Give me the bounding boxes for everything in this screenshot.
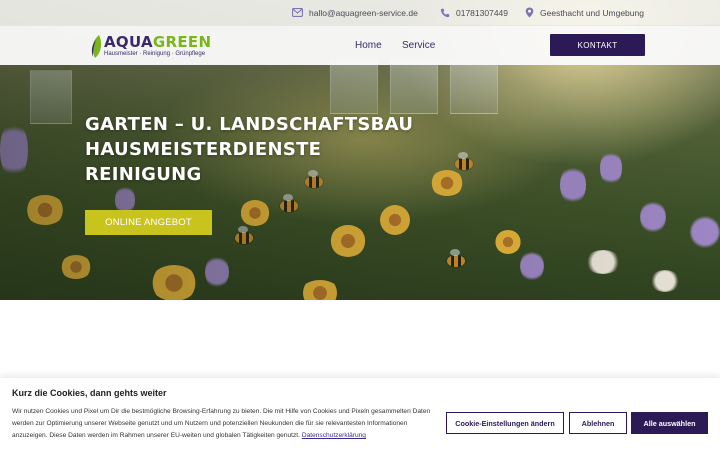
hero-heading-line: REINIGUNG xyxy=(85,164,202,185)
hero-heading-line: GARTEN – U. LANDSCHAFTSBAU xyxy=(85,114,414,135)
nav-home[interactable]: Home xyxy=(355,26,382,65)
email-link[interactable]: hallo@aquagreen-service.de xyxy=(309,8,418,18)
kontakt-button[interactable]: KONTAKT xyxy=(550,34,645,56)
location-pin-icon xyxy=(525,7,534,18)
location-info: Geesthacht und Umgebung xyxy=(525,0,644,25)
phone-icon xyxy=(440,8,450,18)
hero-heading: GARTEN – U. LANDSCHAFTSBAU HAUSMEISTERDI… xyxy=(85,112,445,187)
main-navigation: AQUAGREEN Hausmeister · Reinigung · Grün… xyxy=(0,25,720,65)
cookie-banner-title: Kurz die Cookies, dann gehts weiter xyxy=(12,388,167,398)
online-offer-button[interactable]: ONLINE ANGEBOT xyxy=(85,210,212,235)
nav-service[interactable]: Service xyxy=(402,26,435,65)
location-text: Geesthacht und Umgebung xyxy=(540,7,644,18)
hero-heading-line: HAUSMEISTERDIENSTE xyxy=(85,139,322,160)
email-contact[interactable]: hallo@aquagreen-service.de xyxy=(292,0,418,25)
phone-contact[interactable]: 01781307449 xyxy=(440,0,508,25)
logo-word-aqua: AQUA xyxy=(104,33,153,51)
phone-number[interactable]: 01781307449 xyxy=(456,8,508,18)
cookie-banner: Kurz die Cookies, dann gehts weiter Wir … xyxy=(0,378,720,450)
aquagreen-logo[interactable]: AQUAGREEN Hausmeister · Reinigung · Grün… xyxy=(90,30,211,62)
decline-cookies-button[interactable]: Ablehnen xyxy=(569,412,627,434)
privacy-policy-link[interactable]: Datenschutzerklärung xyxy=(302,432,366,439)
accept-all-cookies-button[interactable]: Alle auswählen xyxy=(631,412,708,434)
contact-topbar: hallo@aquagreen-service.de 01781307449 G… xyxy=(0,0,720,25)
cookie-settings-button[interactable]: Cookie-Einstellungen ändern xyxy=(446,412,564,434)
cookie-banner-text: Wir nutzen Cookies und Pixel um Dir die … xyxy=(12,406,437,442)
logo-tagline: Hausmeister · Reinigung · Grünpflege xyxy=(104,51,206,57)
mail-icon xyxy=(292,8,303,17)
cookie-description: Wir nutzen Cookies und Pixel um Dir die … xyxy=(12,408,431,439)
logo-word-green: GREEN xyxy=(152,33,212,51)
logo-wordmark: AQUAGREEN xyxy=(104,33,211,51)
